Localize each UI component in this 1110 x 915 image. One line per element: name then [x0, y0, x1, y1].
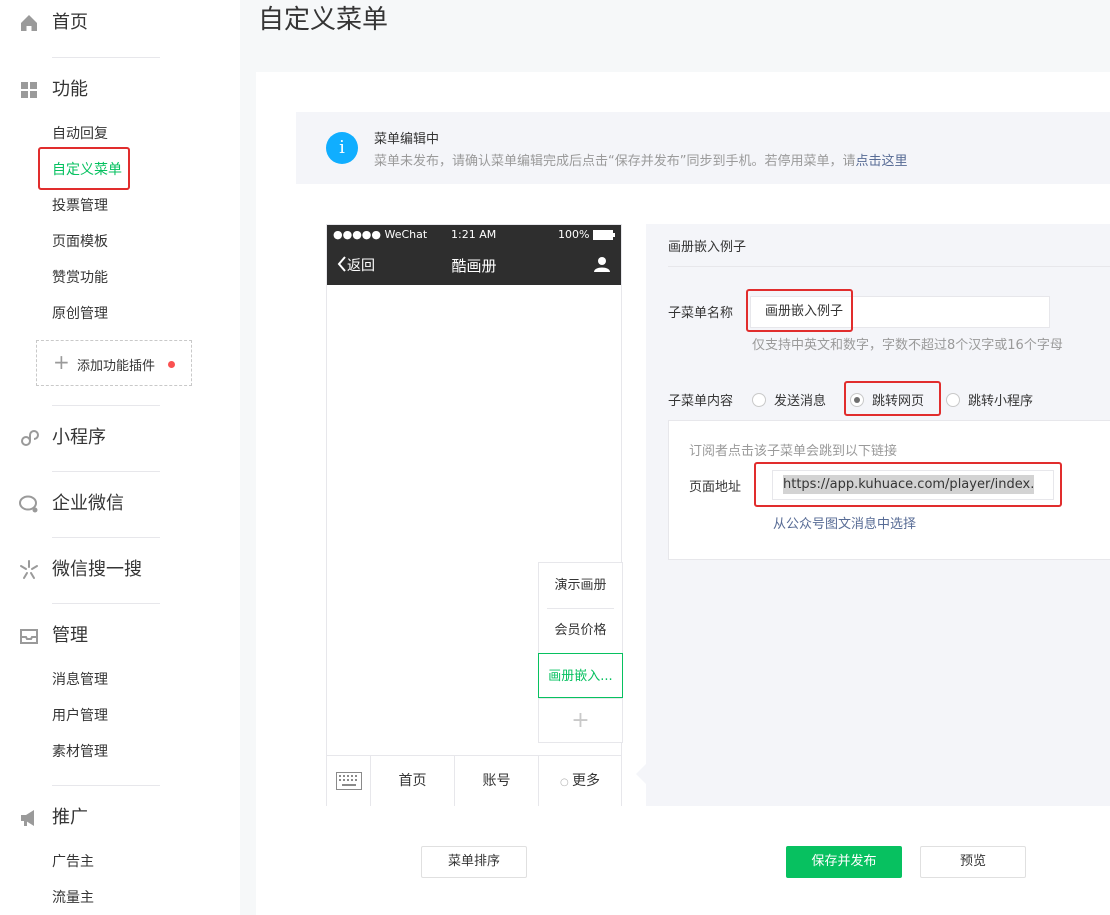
nav-functions[interactable]: 功能: [0, 73, 240, 107]
phone-preview: ●●●●● WeChat 1:21 AM 100% 返回 酷画册 演示画册 会员…: [326, 224, 623, 806]
battery-icon: [593, 230, 615, 240]
separator: [547, 608, 614, 609]
account-title: 酷画册: [451, 257, 497, 275]
highlight-box: [844, 381, 941, 416]
subpanel-hint: 订阅者点击该子菜单会跳到以下链接: [689, 444, 898, 459]
nav-miniprogram[interactable]: 小程序: [0, 421, 240, 455]
sidebar-item-users[interactable]: 用户管理: [52, 706, 108, 726]
highlight-box: [754, 462, 1062, 507]
page-title: 自定义菜单: [258, 5, 389, 35]
submenu-item-label: 会员价格: [554, 623, 607, 638]
nav-functions-label: 功能: [52, 79, 88, 100]
sidebar-item-templates[interactable]: 页面模板: [52, 232, 108, 252]
grid-icon: [21, 82, 37, 98]
add-plugin-label: 添加功能插件: [77, 359, 156, 374]
highlight-box: [38, 147, 130, 190]
radio-circle: [946, 392, 960, 407]
add-submenu-button[interactable]: +: [539, 698, 622, 742]
submenu-item[interactable]: 会员价格: [539, 608, 622, 653]
editor-header: 画册嵌入例子: [668, 240, 747, 255]
preview-button[interactable]: 预览: [920, 846, 1026, 878]
battery-label: 100%: [558, 228, 615, 241]
divider: [52, 603, 160, 604]
info-icon: i: [326, 132, 358, 164]
megaphone-icon: [21, 810, 34, 826]
url-label: 页面地址: [689, 480, 742, 495]
nav-wework[interactable]: 企业微信: [0, 487, 240, 521]
submenu-item[interactable]: 演示画册: [539, 563, 622, 608]
radio-send-message[interactable]: 发送消息: [752, 390, 826, 409]
divider: [52, 537, 160, 538]
sidebar-item-messages[interactable]: 消息管理: [52, 670, 108, 690]
clock-label: 1:21 AM: [451, 228, 497, 241]
sort-menu-button[interactable]: 菜单排序: [421, 846, 527, 878]
radio-open-miniprogram[interactable]: 跳转小程序: [946, 390, 1033, 409]
phone-menu-bar: 首页 账号 ○ 更多: [327, 755, 621, 806]
submenu-popup: 演示画册 会员价格 画册嵌入... +: [538, 562, 623, 743]
nav-home-label: 首页: [52, 12, 88, 33]
divider: [668, 266, 1110, 267]
sidebar-item-reward[interactable]: 赞赏功能: [52, 268, 108, 288]
sidebar-item-auto-reply[interactable]: 自动回复: [52, 124, 108, 144]
sidebar: 首页 功能 自动回复 自定义菜单 投票管理 页面模板 赞赏功能 原创管理 + 添…: [0, 0, 240, 915]
sidebar-item-advertiser[interactable]: 广告主: [52, 852, 94, 872]
highlight-box: [746, 289, 853, 332]
notice-banner: i 菜单编辑中 菜单未发布，请确认菜单编辑完成后点击“保存并发布”同步到手机。若…: [296, 112, 1110, 184]
submenu-item-selected[interactable]: 画册嵌入...: [538, 653, 623, 698]
save-publish-button[interactable]: 保存并发布: [786, 846, 902, 878]
inbox-icon: [20, 629, 38, 644]
sidebar-item-publisher[interactable]: 流量主: [52, 888, 94, 908]
menu-item-home[interactable]: 首页: [371, 756, 455, 806]
menu-item-account[interactable]: 账号: [455, 756, 539, 806]
divider: [52, 785, 160, 786]
notice-desc: 菜单未发布，请确认菜单编辑完成后点击“保存并发布”同步到手机。若停用菜单，请点击…: [374, 150, 908, 169]
plus-icon: +: [53, 350, 70, 374]
home-icon: [21, 15, 37, 31]
notification-dot: [168, 361, 175, 368]
sidebar-item-original[interactable]: 原创管理: [52, 304, 108, 324]
name-label: 子菜单名称: [668, 306, 734, 321]
nav-home[interactable]: 首页: [0, 6, 240, 40]
nav-promote-label: 推广: [52, 807, 88, 828]
nav-miniprogram-label: 小程序: [52, 427, 106, 448]
pick-from-articles-link[interactable]: 从公众号图文消息中选择: [773, 513, 916, 532]
menu-item-more-label: 更多: [571, 773, 600, 789]
divider: [52, 405, 160, 406]
chat-bubble-icon: [19, 495, 38, 513]
sidebar-item-materials[interactable]: 素材管理: [52, 742, 108, 762]
name-hint: 仅支持中英文和数字，字数不超过8个汉字或16个字母: [752, 338, 1063, 353]
nav-wework-label: 企业微信: [52, 493, 124, 514]
phone-nav-bar: 返回 酷画册: [327, 245, 621, 285]
miniprogram-icon: [21, 430, 39, 446]
radio-label: 发送消息: [774, 394, 827, 409]
content-label: 子菜单内容: [668, 394, 734, 409]
notice-title: 菜单编辑中: [374, 132, 440, 147]
sidebar-item-vote[interactable]: 投票管理: [52, 196, 108, 216]
nav-promote[interactable]: 推广: [0, 801, 240, 835]
radio-circle: [752, 392, 766, 407]
menu-item-more[interactable]: ○ 更多: [539, 756, 621, 806]
user-icon[interactable]: [593, 255, 611, 273]
notice-desc-text: 菜单未发布，请确认菜单编辑完成后点击“保存并发布”同步到手机。若停用菜单，请: [374, 154, 856, 169]
battery-percent: 100%: [558, 228, 590, 241]
nav-manage[interactable]: 管理: [0, 619, 240, 653]
search-burst-icon: [20, 560, 38, 579]
phone-status-bar: ●●●●● WeChat 1:21 AM 100%: [327, 225, 621, 245]
carrier-label: ●●●●● WeChat: [333, 228, 428, 241]
radio-label: 跳转小程序: [968, 394, 1034, 409]
dot-icon: ○: [560, 777, 572, 788]
add-plugin-button[interactable]: + 添加功能插件: [36, 340, 192, 386]
keyboard-icon[interactable]: [327, 756, 371, 806]
nav-search-label: 微信搜一搜: [52, 559, 142, 580]
pointer-arrow: [636, 762, 648, 786]
notice-link[interactable]: 点击这里: [855, 154, 907, 169]
nav-search[interactable]: 微信搜一搜: [0, 553, 240, 587]
nav-manage-label: 管理: [52, 625, 88, 646]
divider: [52, 57, 160, 58]
divider: [52, 471, 160, 472]
